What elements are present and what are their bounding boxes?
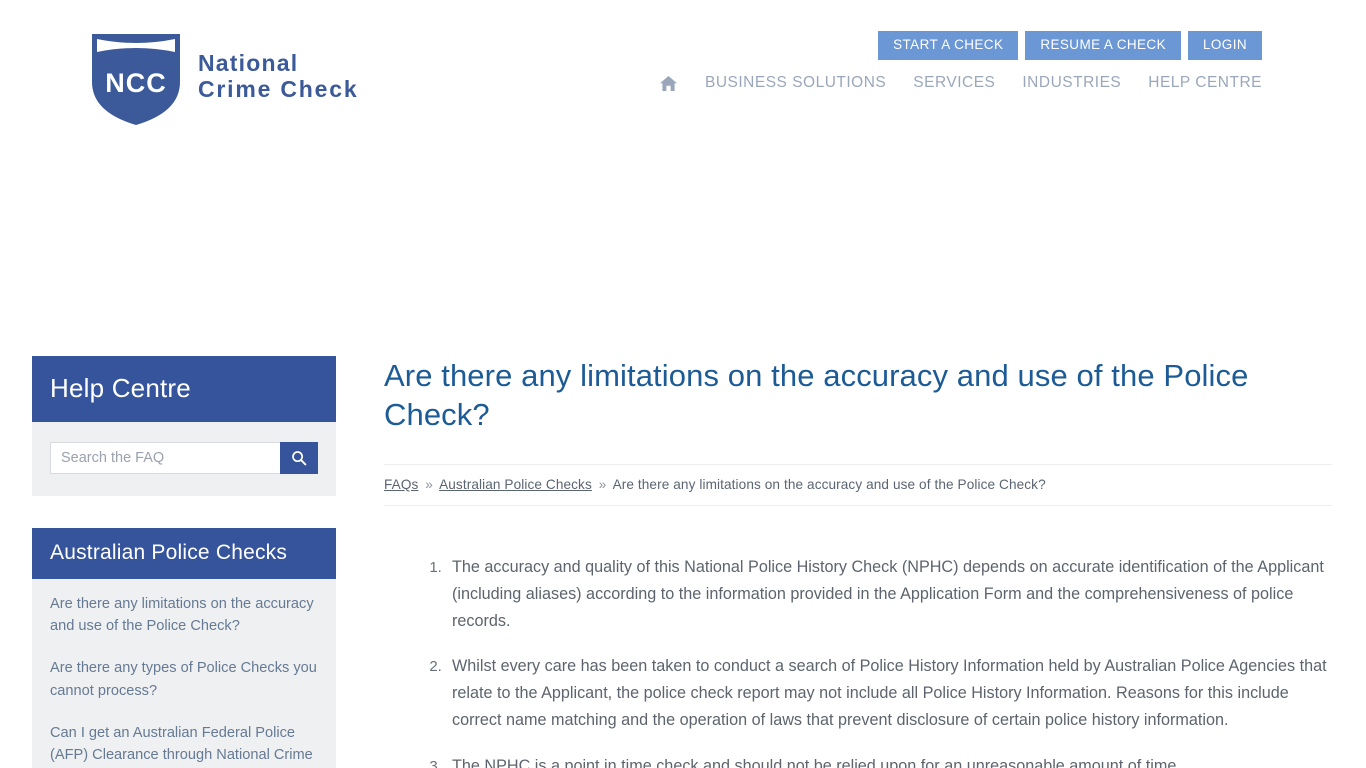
site-header: NCC National Crime Check START A CHECK R… xyxy=(0,0,1366,150)
help-centre-panel: Help Centre xyxy=(32,356,336,496)
help-centre-panel-body xyxy=(32,422,336,496)
logo-line-1: National xyxy=(198,50,299,77)
breadcrumb: FAQs » Australian Police Checks » Are th… xyxy=(384,465,1332,505)
search-input[interactable] xyxy=(50,442,280,474)
search-submit-button[interactable] xyxy=(280,442,318,474)
logo-wordmark: National Crime Check xyxy=(198,50,359,103)
breadcrumb-separator: » xyxy=(425,476,433,492)
breadcrumb-item-australian-police-checks[interactable]: Australian Police Checks xyxy=(439,477,592,492)
header-action-buttons: START A CHECK RESUME A CHECK LOGIN xyxy=(878,31,1262,60)
main-content: Are there any limitations on the accurac… xyxy=(384,356,1332,768)
start-a-check-button[interactable]: START A CHECK xyxy=(878,31,1019,60)
site-logo[interactable]: NCC National Crime Check xyxy=(88,26,358,128)
ncc-shield-icon: NCC xyxy=(92,34,180,125)
login-button[interactable]: LOGIN xyxy=(1187,31,1262,60)
australian-police-checks-panel: Australian Police Checks Are there any l… xyxy=(32,528,336,768)
home-icon xyxy=(660,75,677,91)
main-navigation: BUSINESS SOLUTIONS SERVICES INDUSTRIES H… xyxy=(659,74,1262,92)
faq-search-form xyxy=(50,442,318,474)
faq-link-limitations[interactable]: Are there any limitations on the accurac… xyxy=(50,593,318,637)
list-item: The NPHC is a point in time check and sh… xyxy=(446,753,1332,768)
faq-link-types-cannot-process[interactable]: Are there any types of Police Checks you… xyxy=(50,657,318,701)
article-body: The accuracy and quality of this Nationa… xyxy=(384,554,1332,768)
nav-services[interactable]: SERVICES xyxy=(913,74,995,92)
list-item: Whilst every care has been taken to cond… xyxy=(446,653,1332,734)
resume-a-check-button[interactable]: RESUME A CHECK xyxy=(1025,31,1181,60)
nav-industries[interactable]: INDUSTRIES xyxy=(1022,74,1121,92)
category-title: Australian Police Checks xyxy=(32,528,336,579)
nav-business-solutions[interactable]: BUSINESS SOLUTIONS xyxy=(705,74,886,92)
breadcrumb-item-current: Are there any limitations on the accurac… xyxy=(612,476,1046,492)
sidebar-panel-gap xyxy=(32,496,336,528)
conditions-list: The accuracy and quality of this Nationa… xyxy=(384,554,1332,768)
breadcrumb-item-faqs[interactable]: FAQs xyxy=(384,477,418,492)
help-centre-title: Help Centre xyxy=(32,356,336,422)
breadcrumb-separator: » xyxy=(598,476,607,492)
nav-home-link[interactable] xyxy=(659,75,678,92)
list-item: The accuracy and quality of this Nationa… xyxy=(446,554,1332,635)
svg-text:NCC: NCC xyxy=(105,68,167,98)
sidebar: Help Centre Australian Police Checks Are xyxy=(32,356,336,768)
faq-link-list: Are there any limitations on the accurac… xyxy=(32,579,336,768)
faq-link-afp-clearance[interactable]: Can I get an Australian Federal Police (… xyxy=(50,722,318,768)
page-title: Are there any limitations on the accurac… xyxy=(384,358,1249,433)
nav-help-centre[interactable]: HELP CENTRE xyxy=(1148,74,1262,92)
breadcrumb-bottom-divider xyxy=(384,504,1332,506)
search-icon xyxy=(292,451,307,466)
logo-line-2: Crime Check xyxy=(198,76,359,102)
